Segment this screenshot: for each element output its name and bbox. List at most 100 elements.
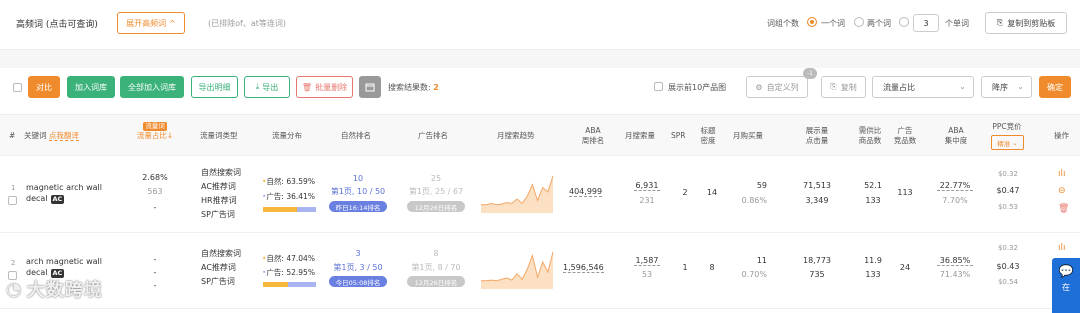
batch-delete-button[interactable]: 🗑 批量删除 xyxy=(296,76,353,98)
row-checkbox[interactable] xyxy=(8,196,17,205)
copy-clipboard-button[interactable]: ⎘ 复制到剪贴板 xyxy=(985,12,1067,34)
chat-widget-button[interactable]: 💬 在 xyxy=(1052,258,1080,313)
col-keyword: 关键词 点我翻译 xyxy=(24,131,79,141)
word-type-2: AC推荐词 xyxy=(201,182,236,191)
traffic-dist-bar xyxy=(263,207,316,212)
radio-n-words[interactable] xyxy=(899,17,909,27)
keyword-text-line1[interactable]: magnetic arch wall xyxy=(26,183,102,192)
bar-chart-icon[interactable]: ılı xyxy=(1058,243,1066,253)
col-word-type: 流量词类型 xyxy=(200,131,238,140)
add-all-lib-button[interactable]: 全部加入词库 xyxy=(120,76,184,98)
export-button[interactable]: ⤓ 导出 xyxy=(244,76,290,98)
compare-button[interactable]: 对比 xyxy=(28,76,60,98)
natural-share: •自然: 47.04% xyxy=(262,253,315,264)
translate-link[interactable]: 点我翻译 xyxy=(48,131,79,141)
add-lib-button[interactable]: 加入词库 xyxy=(67,76,115,98)
keyword-cell[interactable]: magnetic arch wall decal AC xyxy=(26,182,102,204)
aba-concentration-value[interactable]: 22.77% xyxy=(937,181,973,191)
chat-bubble-icon: 💬 xyxy=(1058,264,1074,278)
monthly-search-value[interactable]: 6,931 xyxy=(634,181,660,191)
natural-label: 自然: xyxy=(266,177,284,186)
more-icon[interactable]: ⊖ xyxy=(1058,186,1066,196)
traffic-share-value: 2.68% xyxy=(142,173,168,182)
aba-rank-value[interactable]: 404,999 xyxy=(569,187,603,197)
col-impressions: 展示量 点击量 xyxy=(802,126,832,146)
ad-bar-segment xyxy=(296,207,316,212)
result-count-area: 搜索结果数: 2 xyxy=(388,82,439,93)
radio-one-word[interactable] xyxy=(807,17,817,27)
concentration-label: 集中度 xyxy=(944,136,968,145)
spr-value: 1 xyxy=(682,263,688,272)
sort-order-value: 降序 xyxy=(992,82,1008,92)
product-count-value: 133 xyxy=(865,196,881,205)
col-traffic-share[interactable]: 流量词 流量占比↓ xyxy=(133,121,177,141)
col-ad-rank: 广告排名 xyxy=(418,131,448,140)
keyword-text-line2[interactable]: decal xyxy=(26,194,48,203)
export-label: 导出 xyxy=(262,82,279,92)
radio-two-words[interactable] xyxy=(854,17,864,27)
n-words-label: 个单词 xyxy=(945,19,969,28)
sort-order-select[interactable]: 降序 ⌄ xyxy=(981,76,1032,98)
ppc-match-value: 精准 xyxy=(997,139,1011,148)
ppc-high: $0.54 xyxy=(997,278,1019,286)
clicks-value: 735 xyxy=(809,270,825,279)
ad-pct: 36.41% xyxy=(286,192,315,201)
chat-widget-label: 在 xyxy=(1062,283,1070,292)
word-count-label: 词组个数 xyxy=(767,19,799,28)
ad-rank-page: 第1页, 8 / 70 xyxy=(411,263,461,272)
ad-rank-value: 25 xyxy=(430,174,442,183)
word-type-3: HR推荐词 xyxy=(201,196,237,205)
copy-icon: ⎘ xyxy=(996,18,1004,27)
custom-columns-label: 自定义列 xyxy=(766,82,799,92)
bar-chart-icon[interactable]: ılı xyxy=(1058,169,1066,179)
ppc-low: $0.32 xyxy=(997,170,1019,178)
clicks-value: 3,349 xyxy=(805,196,829,205)
monthly-buy-value: 59 xyxy=(756,181,767,190)
word-type-1: 自然搜索词 xyxy=(201,168,241,177)
sort-desc-icon: ↓ xyxy=(166,131,174,140)
word-count-input[interactable]: 3 xyxy=(913,14,939,32)
natural-pct: 63.59% xyxy=(286,177,315,186)
spr-value: 2 xyxy=(682,188,688,197)
aba-concentration-value[interactable]: 36.85% xyxy=(937,256,973,266)
two-words-label: 两个词 xyxy=(867,19,891,28)
monthly-search-value[interactable]: 1,587 xyxy=(634,256,660,266)
monthly-search-sub: 53 xyxy=(641,270,653,279)
natural-label: 自然: xyxy=(266,254,284,263)
search-trend-sparkline[interactable] xyxy=(480,172,554,214)
export-detail-label: 导出明细 xyxy=(198,82,231,92)
gear-icon: ⚙ xyxy=(755,82,763,92)
traffic-share-extra: - xyxy=(153,203,157,212)
traffic-share-extra: - xyxy=(153,281,157,290)
select-all-checkbox[interactable] xyxy=(13,83,22,92)
product-count-label: 商品数 xyxy=(858,136,882,145)
confirm-button[interactable]: 确定 xyxy=(1039,76,1071,98)
trash-icon[interactable]: 🗑 xyxy=(1058,204,1069,214)
watermark-logo-icon: ◔ xyxy=(6,278,23,300)
keyword-text-line1[interactable]: arch magnetic wall xyxy=(26,257,102,266)
exclusion-note: (已排除of、at等连词) xyxy=(208,19,286,28)
copy-button[interactable]: ⎘ 复制 xyxy=(821,76,866,98)
search-trend-sparkline[interactable] xyxy=(480,248,554,290)
export-detail-button[interactable]: 导出明细 xyxy=(191,76,238,98)
expand-high-freq-button[interactable]: 展开高频词 ^ xyxy=(117,12,185,34)
traffic-word-tag: 流量词 xyxy=(143,122,167,131)
ad-share: •广告: 52.95% xyxy=(262,267,315,278)
keyword-cell[interactable]: arch magnetic wall decal AC xyxy=(26,256,102,278)
ad-rank-time-pill: 12月26日排名 xyxy=(407,201,465,212)
sort-field-select[interactable]: 流量占比 ⌄ xyxy=(872,76,974,98)
title-density-value: 8 xyxy=(709,263,715,272)
natural-rank-page: 第1页, 10 / 50 xyxy=(330,187,386,196)
ppc-match-select[interactable]: 精准 ⌄ xyxy=(991,135,1024,150)
chevron-down-icon: ⌄ xyxy=(1012,138,1018,147)
calendar-button[interactable] xyxy=(359,76,381,98)
high-freq-bar: 高频词 (点击可查询) 展开高频词 ^ (已排除of、at等连词) 词组个数 一… xyxy=(0,0,1080,50)
density-label: 密度 xyxy=(700,136,716,145)
trash-icon: 🗑 xyxy=(301,82,313,92)
custom-columns-button[interactable]: ⚙ 自定义列 xyxy=(746,76,808,98)
show-top10-checkbox[interactable] xyxy=(654,82,663,91)
download-icon: ⤓ xyxy=(255,82,260,91)
aba-rank-value[interactable]: 1,596,546 xyxy=(563,263,604,273)
high-freq-title: 高频词 (点击可查询) xyxy=(16,20,98,30)
col-ppc: PPC竞价 xyxy=(992,122,1022,131)
